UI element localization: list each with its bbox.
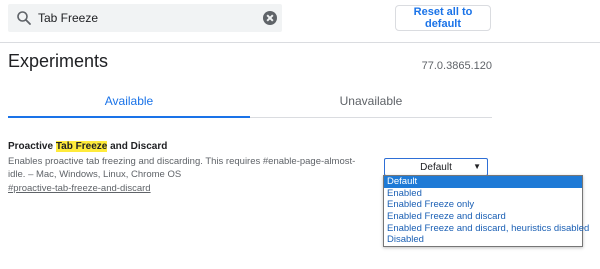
tab-available[interactable]: Available bbox=[8, 86, 250, 116]
experiment-link[interactable]: #proactive-tab-freeze-and-discard bbox=[8, 183, 151, 194]
option-enabled-freeze-only[interactable]: Enabled Freeze only bbox=[384, 199, 582, 211]
select-value: Default bbox=[420, 161, 452, 173]
header: Reset all to default bbox=[0, 0, 600, 42]
search-highlight: Tab Freeze bbox=[55, 141, 108, 152]
option-enabled[interactable]: Enabled bbox=[384, 188, 582, 200]
tab-unavailable[interactable]: Unavailable bbox=[250, 86, 492, 116]
option-default[interactable]: Default bbox=[384, 176, 582, 188]
dropdown-menu: Default Enabled Enabled Freeze only Enab… bbox=[383, 175, 589, 247]
dropdown-arrow-icon: ▼ bbox=[473, 162, 481, 171]
header-divider bbox=[0, 42, 600, 43]
search-box[interactable] bbox=[8, 4, 282, 32]
experiment-title-prefix: Proactive bbox=[8, 141, 56, 152]
option-enabled-freeze-discard-heuristics-disabled[interactable]: Enabled Freeze and discard, heuristics d… bbox=[384, 223, 589, 235]
experiment-title-suffix: and Discard bbox=[107, 141, 168, 152]
experiment-title: Proactive Tab Freeze and Discard bbox=[8, 141, 167, 152]
reset-all-button[interactable]: Reset all to default bbox=[395, 5, 491, 31]
option-disabled[interactable]: Disabled bbox=[384, 234, 582, 246]
experiment-state-select[interactable]: Default ▼ bbox=[384, 158, 488, 176]
page-title: Experiments bbox=[8, 51, 109, 71]
version-label: 77.0.3865.120 bbox=[421, 60, 492, 72]
search-icon bbox=[17, 11, 31, 25]
search-input[interactable] bbox=[38, 8, 258, 28]
option-enabled-freeze-and-discard[interactable]: Enabled Freeze and discard bbox=[384, 211, 582, 223]
clear-search-icon[interactable] bbox=[263, 11, 277, 25]
experiment-description: Enables proactive tab freezing and disca… bbox=[8, 156, 356, 180]
active-tab-indicator bbox=[8, 116, 250, 118]
